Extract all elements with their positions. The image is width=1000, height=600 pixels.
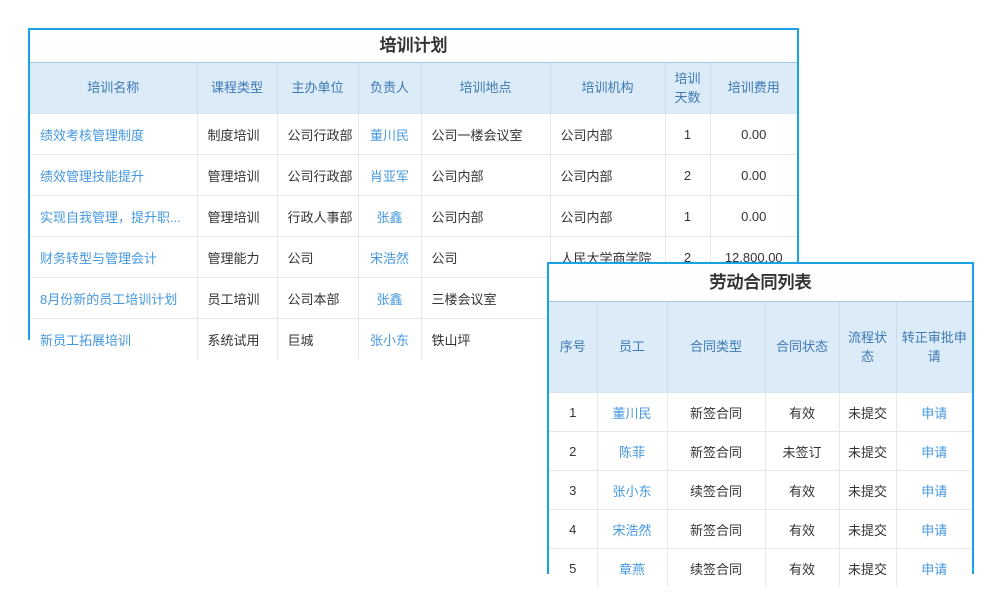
owner-link[interactable]: 肖亚军 (370, 169, 409, 184)
training-plan-title: 培训计划 (30, 30, 797, 63)
contract-type-cell: 新签合同 (667, 393, 765, 432)
course-type-cell: 管理培训 (197, 196, 277, 237)
index-cell: 1 (549, 393, 597, 432)
course-type-cell: 系统试用 (197, 319, 277, 360)
process-status-cell: 未提交 (839, 510, 896, 549)
apply-link[interactable]: 申请 (921, 562, 947, 577)
employee-link[interactable]: 董川民 (612, 406, 651, 421)
process-status-cell: 未提交 (839, 471, 896, 510)
contract-status-cell: 有效 (765, 510, 839, 549)
column-header-index: 序号 (549, 302, 597, 393)
contract-type-cell: 续签合同 (667, 549, 765, 588)
header-row: 培训名称 课程类型 主办单位 负责人 培训地点 培训机构 培训天数 培训费用 (30, 63, 797, 114)
process-status-cell: 未提交 (839, 549, 896, 588)
column-header-employee: 员工 (597, 302, 667, 393)
apply-link[interactable]: 申请 (921, 406, 947, 421)
column-header-organization: 培训机构 (550, 63, 665, 114)
days-cell: 1 (665, 114, 710, 155)
apply-link[interactable]: 申请 (921, 523, 947, 538)
table-row: 4 宋浩然 新签合同 有效 未提交 申请 (549, 510, 972, 549)
contract-status-cell: 有效 (765, 549, 839, 588)
table-row: 5 章燕 续签合同 有效 未提交 申请 (549, 549, 972, 588)
column-header-course-type: 课程类型 (197, 63, 277, 114)
owner-link[interactable]: 张鑫 (376, 210, 402, 225)
host-unit-cell: 公司行政部 (277, 114, 358, 155)
labor-contract-panel: 劳动合同列表 序号 员工 合同类型 合同状态 流程状态 转正审批申请 1 董川民… (547, 262, 974, 574)
training-name-link[interactable]: 实现自我管理，提升职... (40, 210, 181, 225)
location-cell: 铁山坪 (421, 319, 550, 360)
employee-link[interactable]: 陈菲 (619, 445, 645, 460)
employee-link[interactable]: 章燕 (619, 562, 645, 577)
column-header-owner: 负责人 (358, 63, 421, 114)
course-type-cell: 管理能力 (197, 237, 277, 278)
table-row: 1 董川民 新签合同 有效 未提交 申请 (549, 393, 972, 432)
table-row: 绩效管理技能提升 管理培训 公司行政部 肖亚军 公司内部 公司内部 2 0.00 (30, 155, 797, 196)
contract-status-cell: 有效 (765, 471, 839, 510)
contract-status-cell: 未签订 (765, 432, 839, 471)
host-unit-cell: 行政人事部 (277, 196, 358, 237)
contract-type-cell: 新签合同 (667, 432, 765, 471)
organization-cell: 公司内部 (550, 114, 665, 155)
index-cell: 5 (549, 549, 597, 588)
location-cell: 公司一楼会议室 (421, 114, 550, 155)
training-name-link[interactable]: 绩效管理技能提升 (40, 169, 144, 184)
index-cell: 3 (549, 471, 597, 510)
contract-status-cell: 有效 (765, 393, 839, 432)
training-name-link[interactable]: 财务转型与管理会计 (40, 251, 157, 266)
fee-cell: 0.00 (710, 114, 797, 155)
column-header-host-unit: 主办单位 (277, 63, 358, 114)
process-status-cell: 未提交 (839, 393, 896, 432)
owner-link[interactable]: 张鑫 (376, 292, 402, 307)
contract-type-cell: 续签合同 (667, 471, 765, 510)
location-cell: 三楼会议室 (421, 278, 550, 319)
column-header-contract-status: 合同状态 (765, 302, 839, 393)
employee-link[interactable]: 张小东 (612, 484, 651, 499)
owner-link[interactable]: 张小东 (370, 333, 409, 348)
table-row: 3 张小东 续签合同 有效 未提交 申请 (549, 471, 972, 510)
course-type-cell: 管理培训 (197, 155, 277, 196)
column-header-location: 培训地点 (421, 63, 550, 114)
fee-cell: 0.00 (710, 155, 797, 196)
owner-link[interactable]: 宋浩然 (370, 251, 409, 266)
host-unit-cell: 公司本部 (277, 278, 358, 319)
column-header-contract-type: 合同类型 (667, 302, 765, 393)
column-header-training-name: 培训名称 (30, 63, 197, 114)
index-cell: 2 (549, 432, 597, 471)
header-row: 序号 员工 合同类型 合同状态 流程状态 转正审批申请 (549, 302, 972, 393)
organization-cell: 公司内部 (550, 196, 665, 237)
organization-cell: 公司内部 (550, 155, 665, 196)
table-row: 绩效考核管理制度 制度培训 公司行政部 董川民 公司一楼会议室 公司内部 1 0… (30, 114, 797, 155)
process-status-cell: 未提交 (839, 432, 896, 471)
labor-contract-title: 劳动合同列表 (549, 264, 972, 302)
column-header-approval-request: 转正审批申请 (896, 302, 972, 393)
location-cell: 公司内部 (421, 196, 550, 237)
table-row: 实现自我管理，提升职... 管理培训 行政人事部 张鑫 公司内部 公司内部 1 … (30, 196, 797, 237)
training-name-link[interactable]: 8月份新的员工培训计划 (40, 292, 177, 307)
days-cell: 1 (665, 196, 710, 237)
labor-contract-table: 序号 员工 合同类型 合同状态 流程状态 转正审批申请 1 董川民 新签合同 有… (549, 302, 972, 587)
course-type-cell: 员工培训 (197, 278, 277, 319)
column-header-days: 培训天数 (665, 63, 710, 114)
index-cell: 4 (549, 510, 597, 549)
location-cell: 公司内部 (421, 155, 550, 196)
apply-link[interactable]: 申请 (921, 445, 947, 460)
training-name-link[interactable]: 绩效考核管理制度 (40, 128, 144, 143)
fee-cell: 0.00 (710, 196, 797, 237)
owner-link[interactable]: 董川民 (370, 128, 409, 143)
course-type-cell: 制度培训 (197, 114, 277, 155)
host-unit-cell: 巨城 (277, 319, 358, 360)
contract-type-cell: 新签合同 (667, 510, 765, 549)
days-cell: 2 (665, 155, 710, 196)
column-header-process-status: 流程状态 (839, 302, 896, 393)
host-unit-cell: 公司 (277, 237, 358, 278)
employee-link[interactable]: 宋浩然 (612, 523, 651, 538)
location-cell: 公司 (421, 237, 550, 278)
host-unit-cell: 公司行政部 (277, 155, 358, 196)
apply-link[interactable]: 申请 (921, 484, 947, 499)
table-row: 2 陈菲 新签合同 未签订 未提交 申请 (549, 432, 972, 471)
column-header-fee: 培训费用 (710, 63, 797, 114)
training-name-link[interactable]: 新员工拓展培训 (40, 333, 131, 348)
